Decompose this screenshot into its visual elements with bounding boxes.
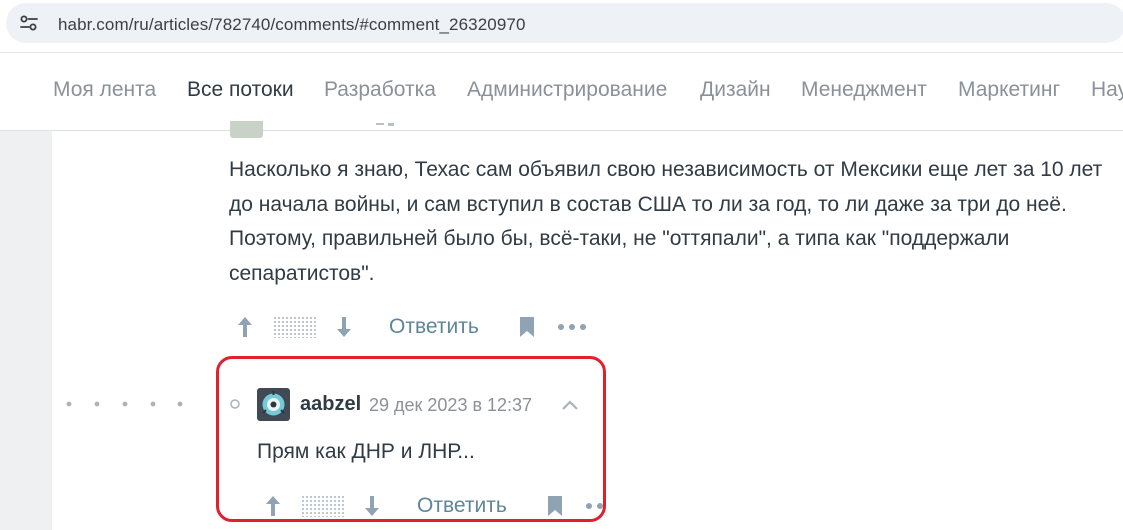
comment-body: Насколько я знаю, Техас сам объявил свою… (229, 158, 1103, 285)
nav-item-my-feed[interactable]: Моя лента (53, 78, 156, 102)
reply-body: Прям как ДНР и ЛНР... (257, 440, 475, 463)
vote-down-icon[interactable] (362, 494, 382, 518)
vote-up-icon[interactable] (235, 315, 255, 339)
site-settings-icon[interactable] (20, 14, 38, 32)
nav-item-design[interactable]: Дизайн (700, 78, 771, 102)
flows-nav: Моя лента Все потоки Разработка Админист… (0, 53, 1123, 131)
nav-item-marketing[interactable]: Маркетинг (958, 78, 1060, 102)
comment-author[interactable]: aabzel (300, 393, 361, 416)
vote-down-icon[interactable] (334, 315, 354, 339)
rating-placeholder (273, 316, 317, 338)
reply-button[interactable]: Ответить (389, 315, 479, 339)
more-options-icon[interactable] (557, 323, 587, 331)
bookmark-icon[interactable] (547, 495, 563, 517)
thread-line (66, 401, 183, 407)
comment-date[interactable]: 29 дек 2023 в 12:37 (369, 395, 532, 416)
nav-item-administration[interactable]: Администрирование (467, 78, 667, 102)
chevron-up-icon[interactable] (561, 399, 579, 411)
avatar[interactable] (257, 388, 290, 421)
nav-item-development[interactable]: Разработка (324, 78, 436, 102)
nav-item-management[interactable]: Менеджмент (801, 78, 927, 102)
vote-up-icon[interactable] (263, 494, 283, 518)
nav-item-science[interactable]: Нау (1091, 78, 1123, 102)
bookmark-icon[interactable] (519, 316, 535, 338)
avatar[interactable] (230, 121, 263, 138)
comment-meta-partial (376, 123, 394, 126)
nav-item-all-flows[interactable]: Все потоки (187, 78, 294, 102)
rating-placeholder (301, 495, 345, 517)
comments-area: Насколько я знаю, Техас сам объявил свою… (52, 121, 1123, 530)
reply-button[interactable]: Ответить (417, 494, 507, 518)
url-field[interactable]: habr.com/ru/articles/782740/comments/#co… (6, 3, 1123, 43)
url-text: habr.com/ru/articles/782740/comments/#co… (58, 15, 526, 34)
more-options-icon[interactable] (585, 502, 605, 510)
address-bar: habr.com/ru/articles/782740/comments/#co… (0, 0, 1123, 53)
